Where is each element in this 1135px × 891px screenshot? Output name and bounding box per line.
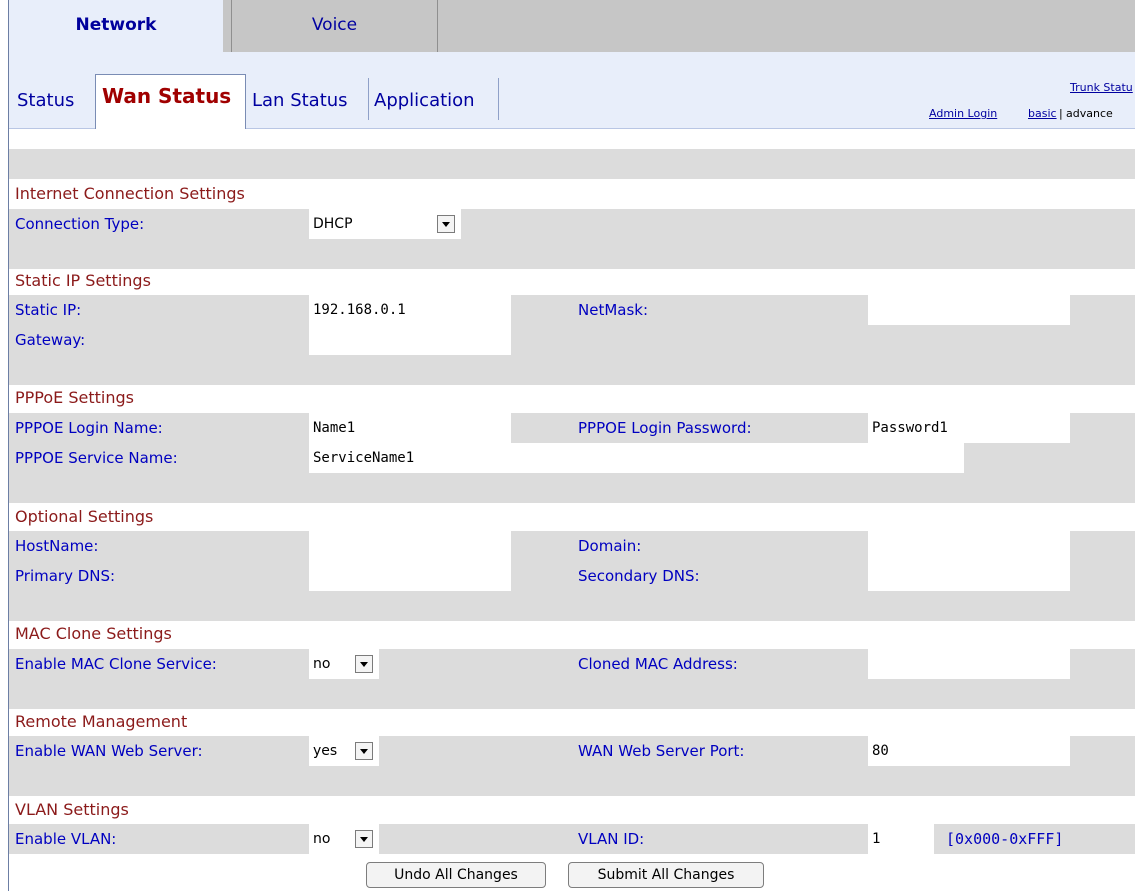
subtab-lan-status[interactable]: Lan Status [246, 80, 354, 120]
domain-label: Domain: [578, 537, 642, 555]
pppoe-login-name-input[interactable]: Name1 [309, 413, 511, 443]
tab-divider [498, 78, 499, 120]
link-separator: | [1059, 107, 1063, 120]
cloned-mac-label: Cloned MAC Address: [578, 655, 738, 673]
pppoe-login-password-input[interactable]: Password1 [868, 413, 1070, 443]
pppoe-login-password-label: PPPOE Login Password: [578, 419, 752, 437]
pppoe-service-name-input[interactable]: ServiceName1 [309, 443, 964, 473]
spacer-band [9, 355, 1135, 385]
primary-dns-input[interactable] [309, 561, 511, 591]
undo-all-changes-button[interactable]: Undo All Changes [366, 862, 546, 888]
subtab-wan-status[interactable]: Wan Status [95, 74, 246, 129]
gateway-label: Gateway: [15, 331, 86, 349]
enable-wan-web-server-select[interactable]: yes [309, 736, 379, 766]
static-ip-input[interactable]: 192.168.0.1 [309, 295, 511, 325]
vlan-id-range-hint: [0x000-0xFFF] [946, 830, 1064, 848]
hostname-label: HostName: [15, 537, 99, 555]
tab-voice[interactable]: Voice [231, 0, 438, 52]
enable-vlan-value: no [313, 831, 331, 847]
netmask-label: NetMask: [578, 301, 649, 319]
enable-vlan-select[interactable]: no [309, 824, 379, 854]
vlan-id-input[interactable]: 1 [868, 824, 934, 854]
chevron-down-icon [355, 830, 373, 848]
pppoe-service-name-label: PPPOE Service Name: [15, 449, 178, 467]
secondary-dns-input[interactable] [868, 561, 1070, 591]
enable-wan-web-server-label: Enable WAN Web Server: [15, 742, 203, 760]
enable-wan-web-server-value: yes [313, 743, 338, 759]
connection-type-select[interactable]: DHCP [309, 209, 461, 239]
spacer-band [9, 473, 1135, 503]
enable-mac-clone-value: no [313, 656, 331, 672]
advanced-link[interactable]: advance [1066, 107, 1113, 120]
static-ip-label: Static IP: [15, 301, 82, 319]
netmask-input[interactable] [868, 295, 1070, 325]
hostname-input[interactable] [309, 531, 511, 561]
section-title-mac-clone: MAC Clone Settings [15, 624, 172, 643]
cloned-mac-input[interactable] [868, 649, 1070, 679]
basic-link[interactable]: basic [1028, 107, 1057, 120]
section-title-pppoe: PPPoE Settings [15, 388, 134, 407]
enable-mac-clone-select[interactable]: no [309, 649, 379, 679]
spacer-band [9, 239, 1135, 269]
wan-web-server-port-input[interactable]: 80 [868, 736, 1070, 766]
subtab-status[interactable]: Status [11, 80, 80, 120]
top-tab-bar: Network Voice [9, 0, 1135, 52]
chevron-down-icon [437, 215, 455, 233]
enable-mac-clone-label: Enable MAC Clone Service: [15, 655, 217, 673]
spacer-band [9, 679, 1135, 709]
chevron-down-icon [355, 655, 373, 673]
gateway-input[interactable] [309, 325, 511, 355]
spacer-band [9, 591, 1135, 621]
spacer-band [9, 149, 1135, 179]
section-title-remote: Remote Management [15, 712, 188, 731]
admin-login-link[interactable]: Admin Login [929, 107, 997, 120]
connection-type-value: DHCP [313, 216, 353, 232]
tab-network[interactable]: Network [9, 0, 223, 52]
trunk-status-link[interactable]: Trunk Statu [1070, 81, 1133, 94]
vlan-id-label: VLAN ID: [578, 830, 645, 848]
wan-web-server-port-label: WAN Web Server Port: [578, 742, 745, 760]
secondary-dns-label: Secondary DNS: [578, 567, 700, 585]
domain-input[interactable] [868, 531, 1070, 561]
row-connection-type [9, 209, 1135, 239]
submit-all-changes-button[interactable]: Submit All Changes [568, 862, 764, 888]
section-title-static-ip: Static IP Settings [15, 271, 151, 290]
section-title-optional: Optional Settings [15, 507, 154, 526]
sub-tab-bar: Status Wan Status Lan Status Application… [9, 52, 1135, 129]
connection-type-label: Connection Type: [15, 215, 145, 233]
spacer-band [9, 766, 1135, 796]
enable-vlan-label: Enable VLAN: [15, 830, 117, 848]
primary-dns-label: Primary DNS: [15, 567, 116, 585]
chevron-down-icon [355, 742, 373, 760]
section-title-vlan: VLAN Settings [15, 800, 129, 819]
row-gateway [9, 325, 1135, 355]
subtab-application[interactable]: Application [368, 80, 481, 120]
section-title-internet: Internet Connection Settings [15, 184, 245, 203]
pppoe-login-name-label: PPPOE Login Name: [15, 419, 163, 437]
